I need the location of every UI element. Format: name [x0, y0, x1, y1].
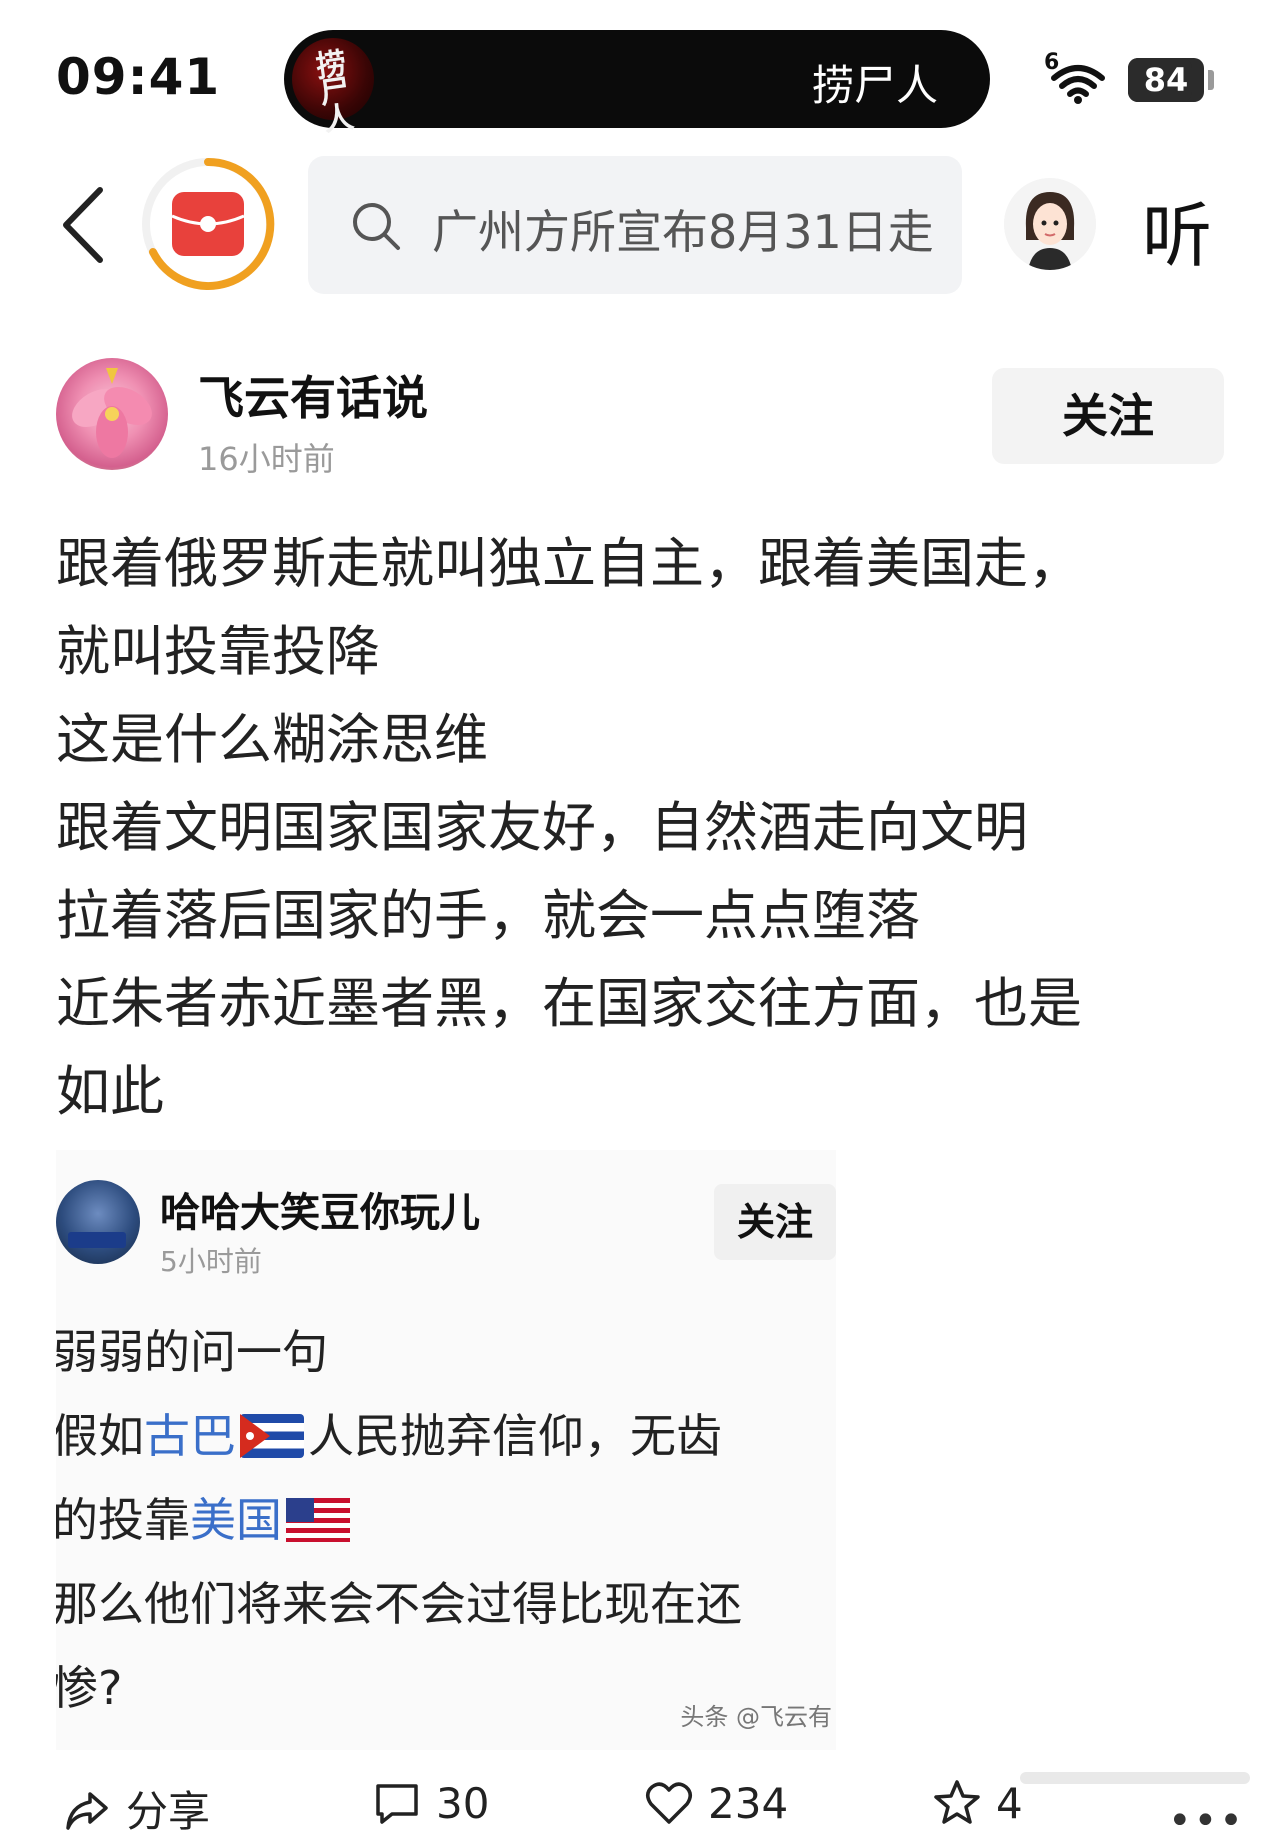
search-query-text: 广州方所宣布8月31日走 — [432, 205, 934, 259]
embed-timestamp: 5小时前 — [160, 1245, 262, 1278]
search-input[interactable]: 广州方所宣布8月31日走 — [308, 156, 962, 294]
assistant-avatar[interactable] — [1004, 178, 1096, 270]
embed-line: 的投靠美国 — [56, 1478, 836, 1562]
follow-button[interactable]: 关注 — [992, 368, 1224, 464]
favorite-count: 4 — [996, 1779, 1023, 1828]
assistant-face-icon — [1004, 178, 1096, 270]
post-line: 近朱者赤近墨者黑，在国家交往方面，也是 — [56, 972, 1082, 1035]
island-logo-text: 捞尸人 — [313, 46, 356, 139]
embed-author-avatar — [56, 1180, 140, 1264]
battery-percent: 84 — [1143, 61, 1189, 99]
usa-link: 美国 — [190, 1493, 282, 1547]
embedded-screenshot[interactable]: 哈哈大笑豆你玩儿 5小时前 关注 弱弱的问一句 假如古巴 人民抛弃信仰，无齿 的… — [56, 1150, 836, 1750]
embed-follow-button: 关注 — [714, 1184, 836, 1260]
flower-avatar-image — [72, 368, 152, 458]
red-packet-icon[interactable] — [138, 154, 278, 294]
more-icon[interactable]: ••• — [1168, 1798, 1245, 1835]
embed-line: 弱弱的问一句 — [56, 1325, 328, 1379]
comment-count: 30 — [436, 1779, 490, 1828]
embed-text: 的投靠 — [56, 1493, 190, 1547]
share-button[interactable]: 分享 — [62, 1778, 210, 1835]
author-avatar[interactable] — [56, 358, 168, 470]
cuba-link: 古巴 — [144, 1409, 236, 1463]
post-line: 跟着俄罗斯走就叫独立自主，跟着美国走， — [56, 532, 1082, 595]
post-line: 拉着落后国家的手，就会一点点堕落 — [56, 884, 920, 947]
like-button[interactable]: 234 — [644, 1778, 788, 1835]
embed-body: 弱弱的问一句 假如古巴 人民抛弃信仰，无齿 的投靠美国 那么他们将来会不会过得比… — [56, 1310, 836, 1730]
star-icon — [934, 1780, 980, 1824]
author-name[interactable]: 飞云有话说 — [198, 362, 428, 428]
favorite-button[interactable]: 4 — [932, 1778, 1023, 1835]
share-label: 分享 — [126, 1787, 211, 1835]
post-timestamp: 16小时前 — [198, 440, 335, 478]
share-icon — [66, 1792, 108, 1830]
wifi-icon — [1051, 65, 1105, 104]
post-line: 就叫投靠投降 — [56, 620, 380, 683]
embed-line: 那么他们将来会不会过得比现在还 — [56, 1577, 742, 1631]
listen-button[interactable]: 听 — [1142, 180, 1212, 281]
cuba-flag-icon — [240, 1414, 304, 1458]
embed-text: 人民抛弃信仰，无齿 — [308, 1409, 722, 1463]
battery-indicator: 84 — [1128, 58, 1204, 102]
embed-author-name: 哈哈大笑豆你玩儿 — [160, 1190, 480, 1236]
battery-tip — [1208, 70, 1214, 90]
post-line: 这是什么糊涂思维 — [56, 708, 488, 771]
embed-text: 假如 — [56, 1409, 144, 1463]
action-bar: 分享 30 234 4 ••• — [0, 1778, 1280, 1835]
like-count: 234 — [708, 1779, 789, 1828]
island-title: 捞尸人 — [811, 61, 938, 110]
comment-icon — [376, 1784, 418, 1824]
usa-flag-icon — [286, 1498, 350, 1542]
search-icon — [353, 203, 400, 250]
post-line: 如此 — [56, 1060, 164, 1123]
dynamic-island[interactable]: 捞尸人 捞尸人 — [284, 30, 990, 139]
status-time: 09:41 — [56, 48, 221, 106]
watermark-text: 头条 @飞云有 — [680, 1703, 832, 1731]
back-arrow-icon[interactable] — [56, 180, 112, 270]
post-body: 跟着俄罗斯走就叫独立自主，跟着美国走， 就叫投靠投降 这是什么糊涂思维 跟着文明… — [56, 520, 1236, 1136]
comment-button[interactable]: 30 — [372, 1778, 489, 1835]
embed-line: 假如古巴 人民抛弃信仰，无齿 — [56, 1394, 836, 1478]
island-app-logo: 捞尸人 — [292, 38, 374, 139]
heart-icon — [646, 1782, 692, 1824]
post-line: 跟着文明国家国家友好，自然酒走向文明 — [56, 796, 1028, 859]
embed-avatar-badge — [68, 1232, 126, 1248]
